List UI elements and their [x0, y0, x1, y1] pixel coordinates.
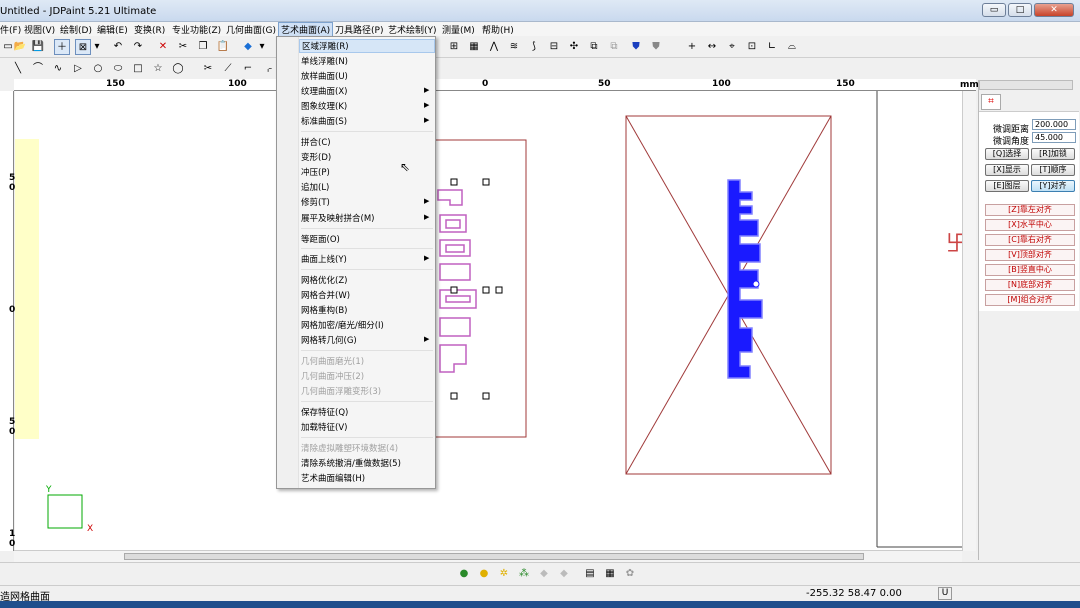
menu-item-image-texture[interactable]: 图象纹理(K) — [301, 100, 347, 112]
selection-handles[interactable] — [450, 178, 503, 400]
align-hcenter-button[interactable]: [X]水平中心 — [985, 219, 1075, 231]
scroll-thumb[interactable] — [124, 553, 864, 560]
menu-item-mesh-rebuild[interactable]: 网格重构(B) — [301, 304, 347, 316]
align-group-button[interactable]: [M]组合对齐 — [985, 294, 1075, 306]
menu-separator — [301, 350, 433, 351]
render-settings-icon[interactable]: ✿ — [622, 566, 638, 582]
svg-text:Y: Y — [45, 485, 52, 495]
texture-icon[interactable]: ▦ — [602, 566, 618, 582]
menu-separator — [301, 269, 433, 270]
menu-item-load-feature[interactable]: 加载特征(V) — [301, 421, 347, 433]
multi-light-icon[interactable]: ⁂ — [516, 566, 532, 582]
fine-distance-input[interactable]: 200.000 — [1032, 119, 1076, 130]
menu-item-loft-surface[interactable]: 放样曲面(U) — [301, 70, 348, 82]
submenu-arrow-icon: ▶ — [424, 254, 430, 262]
light-move-left-icon[interactable]: ◆ — [536, 566, 552, 582]
light-move-right-icon[interactable]: ◆ — [556, 566, 572, 582]
menu-item-geometry-stamp: 几何曲面冲压(2) — [301, 372, 365, 382]
menu-item-standard-surface[interactable]: 标准曲面(S) — [301, 115, 347, 127]
menu-item-mesh-merge[interactable]: 网格合并(W) — [301, 289, 350, 301]
menu-separator — [301, 248, 433, 249]
menu-item-geometry-relief-deform: 几何曲面浮雕变形(3) — [301, 387, 382, 397]
submenu-arrow-icon: ▶ — [424, 116, 430, 124]
light-settings-icon[interactable]: ✲ — [496, 566, 512, 582]
menu-separator — [301, 228, 433, 229]
status-bar: 造网格曲面 -255.32 58.47 0.00 U — [0, 585, 1080, 603]
vertical-scrollbar[interactable] — [962, 91, 976, 551]
material-icon[interactable]: ▤ — [582, 566, 598, 582]
coordinate-readout: -255.32 58.47 0.00 — [806, 588, 902, 599]
art-surface-menu: 区域浮雕(R) 单线浮雕(N) 放样曲面(U) 纹理曲面(X) ▶ 图象纹理(K… — [276, 36, 436, 489]
align-bottom-button[interactable]: [N]底部对齐 — [985, 279, 1075, 291]
align-right-button[interactable]: [C]靠右对齐 — [985, 234, 1075, 246]
anchor-point[interactable] — [752, 280, 760, 288]
fine-angle-label: 微调角度 — [993, 137, 1030, 147]
relief-text-blue[interactable] — [727, 179, 763, 379]
menu-item-stamp[interactable]: 冲压(P) — [301, 166, 330, 178]
taskbar-strip — [0, 601, 1080, 608]
lock-button[interactable]: [R]加锁 — [1031, 148, 1075, 160]
menu-item-trim[interactable]: 修剪(T) — [301, 196, 330, 208]
submenu-arrow-icon: ▶ — [424, 213, 430, 221]
menu-item-texture-surface[interactable]: 纹理曲面(X) — [301, 85, 347, 97]
submenu-arrow-icon: ▶ — [424, 86, 430, 94]
menu-item-geometry-smooth: 几何曲面磨光(1) — [301, 357, 365, 367]
align-vcenter-button[interactable]: [B]竖直中心 — [985, 264, 1075, 276]
menu-item-flatten-map-merge[interactable]: 展平及映射拼合(M) — [301, 212, 374, 224]
menu-item-mesh-optimize[interactable]: 网格优化(Z) — [301, 274, 347, 286]
menu-item-deform[interactable]: 变形(D) — [301, 151, 331, 163]
menu-separator — [301, 401, 433, 402]
submenu-arrow-icon: ▶ — [424, 101, 430, 109]
menu-item-save-feature[interactable]: 保存特征(Q) — [301, 406, 348, 418]
horizontal-scrollbar[interactable] — [14, 550, 962, 562]
canvas-drawing: Y X — [45, 91, 962, 548]
menu-item-art-surface-edit[interactable]: 艺术曲面编辑(H) — [301, 472, 365, 484]
panel-body: 微调距离 200.000 微调角度 45.000 [Q]选择 [R]加锁 [X]… — [979, 111, 1079, 311]
menu-item-clear-virtual-data: 清除虚拟雕塑环境数据(4) — [301, 444, 399, 454]
align-left-button[interactable]: [Z]靠左对齐 — [985, 204, 1075, 216]
svg-text:X: X — [87, 524, 93, 534]
menu-item-merge[interactable]: 拼合(C) — [301, 136, 331, 148]
menu-separator — [301, 437, 433, 438]
green-light-icon[interactable]: ● — [456, 566, 472, 582]
fine-angle-input[interactable]: 45.000 — [1032, 132, 1076, 143]
menu-icon-gutter — [277, 37, 299, 488]
align-top-button[interactable]: [V]顶部对齐 — [985, 249, 1075, 261]
axis-indicator: Y X — [45, 485, 93, 534]
show-button[interactable]: [X]显示 — [985, 164, 1029, 176]
menu-item-region-relief[interactable]: 区域浮雕(R) — [299, 39, 435, 53]
submenu-arrow-icon: ▶ — [424, 197, 430, 205]
transform-tab-icon[interactable]: ⌗ — [981, 94, 1001, 110]
mouse-cursor-icon: ⇖ — [400, 160, 411, 174]
select-button[interactable]: [Q]选择 — [985, 148, 1029, 160]
yellow-light-icon[interactable]: ● — [476, 566, 492, 582]
menu-separator — [301, 131, 433, 132]
bottom-toolbar: ● ● ✲ ⁂ ◆ ◆ ▤ ▦ ✿ — [0, 562, 1080, 584]
menu-item-mesh-refine[interactable]: 网格加密/磨光/细分(I) — [301, 319, 384, 331]
order-button[interactable]: [T]顺序 — [1031, 164, 1075, 176]
menu-item-line-on-surface[interactable]: 曲面上线(Y) — [301, 253, 347, 265]
menu-item-single-line-relief[interactable]: 单线浮雕(N) — [301, 55, 348, 67]
submenu-arrow-icon: ▶ — [424, 335, 430, 343]
menu-item-mesh-to-geometry[interactable]: 网格转几何(G) — [301, 334, 357, 346]
text-outline-left[interactable] — [437, 189, 477, 373]
panel-header — [979, 80, 1073, 90]
menu-item-offset-surface[interactable]: 等距面(O) — [301, 233, 340, 245]
layer-button[interactable]: [E]图层 — [985, 180, 1029, 192]
unit-indicator: U — [938, 587, 952, 600]
align-button[interactable]: [Y]对齐 — [1031, 180, 1075, 192]
menu-item-append[interactable]: 追加(L) — [301, 181, 329, 193]
menu-item-clear-undo-data[interactable]: 清除系统撤消/重做数据(5) — [301, 457, 401, 469]
property-panel: ⌗ 微调距离 200.000 微调角度 45.000 [Q]选择 [R]加锁 [… — [978, 80, 1080, 560]
